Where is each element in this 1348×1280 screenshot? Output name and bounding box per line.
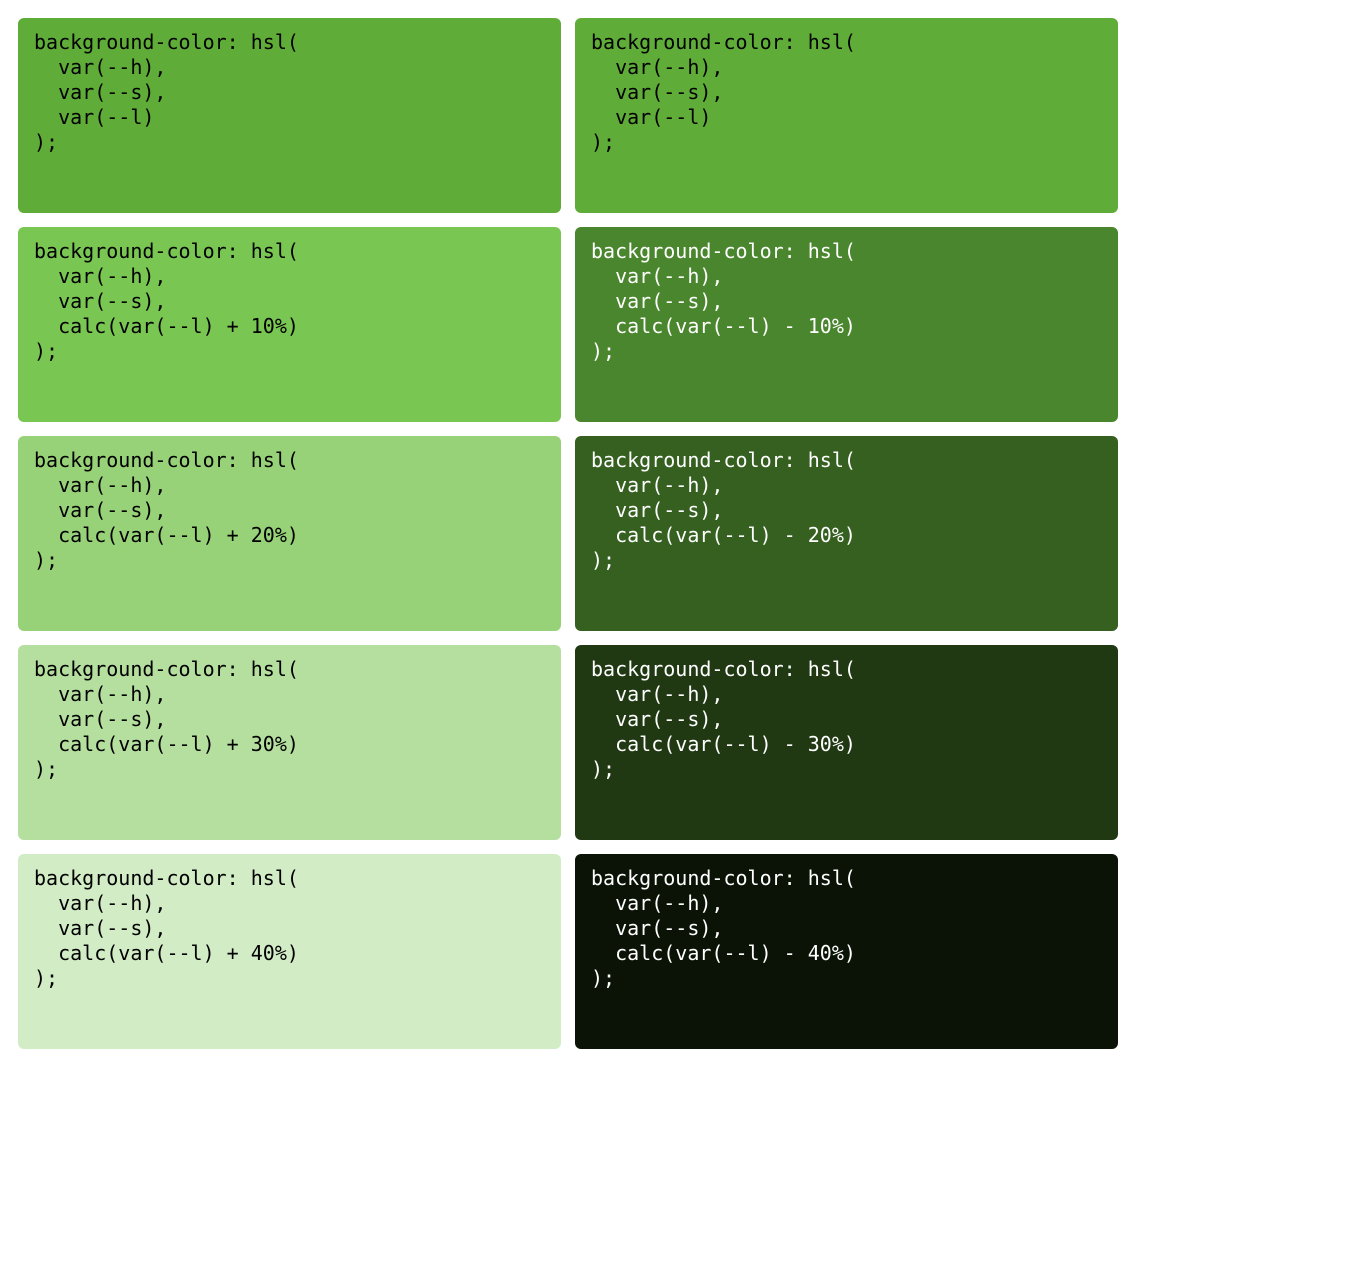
swatch-darken-0: background-color: hsl( var(--h), var(--s… (575, 18, 1118, 213)
swatch-darken-10: background-color: hsl( var(--h), var(--s… (575, 227, 1118, 422)
swatch-lighten-0: background-color: hsl( var(--h), var(--s… (18, 18, 561, 213)
swatch-darken-20: background-color: hsl( var(--h), var(--s… (575, 436, 1118, 631)
swatch-lighten-40: background-color: hsl( var(--h), var(--s… (18, 854, 561, 1049)
swatch-lighten-20: background-color: hsl( var(--h), var(--s… (18, 436, 561, 631)
swatch-lighten-30: background-color: hsl( var(--h), var(--s… (18, 645, 561, 840)
swatch-grid: background-color: hsl( var(--h), var(--s… (18, 18, 1118, 1049)
swatch-lighten-10: background-color: hsl( var(--h), var(--s… (18, 227, 561, 422)
swatch-darken-40: background-color: hsl( var(--h), var(--s… (575, 854, 1118, 1049)
swatch-darken-30: background-color: hsl( var(--h), var(--s… (575, 645, 1118, 840)
